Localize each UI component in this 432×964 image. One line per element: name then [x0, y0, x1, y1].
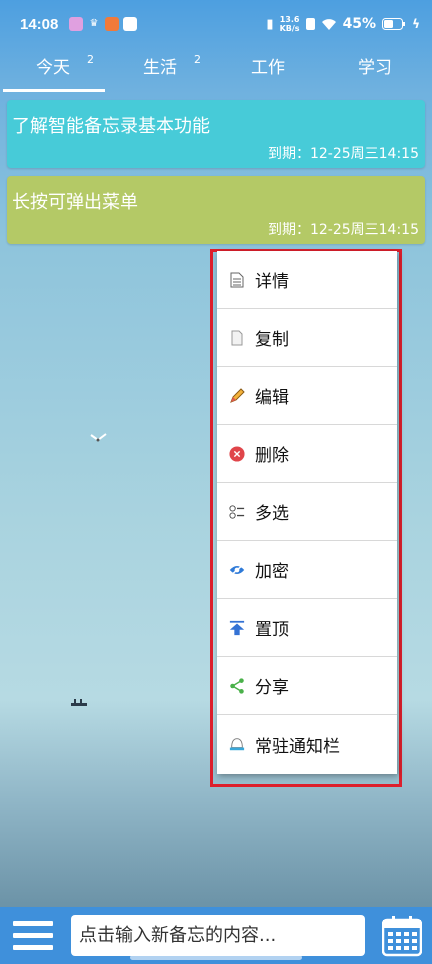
- menu-item-label: 多选: [255, 504, 289, 524]
- status-notification-icons: ♛: [69, 17, 137, 31]
- memo-due-date: 到期：12-25周三14:15: [267, 222, 419, 238]
- tab-life-label: 生活: [143, 58, 177, 78]
- battery-text: 45%: [342, 16, 377, 32]
- memo-title: 了解智能备忘录基本功能: [12, 116, 210, 137]
- tab-study[interactable]: 学习: [325, 48, 425, 92]
- category-tabs: 今天 2 生活 2 工作 学习: [0, 48, 432, 92]
- calendar-icon[interactable]: [382, 915, 422, 957]
- home-indicator[interactable]: [130, 955, 302, 960]
- memo-title: 长按可弹出菜单: [12, 192, 138, 213]
- new-memo-input[interactable]: 点击输入新备忘的内容...: [71, 915, 365, 956]
- network-speed-unit: KB/s: [279, 24, 300, 33]
- menu-hamburger-icon[interactable]: [13, 921, 53, 957]
- multi-select-icon: [229, 504, 245, 520]
- status-time: 14:08: [20, 16, 59, 33]
- network-speed: 13.6 KB/s: [280, 15, 300, 33]
- menu-item-label: 分享: [255, 678, 289, 698]
- copy-icon: [229, 330, 245, 346]
- memo-card[interactable]: 长按可弹出菜单 到期：12-25周三14:15: [7, 176, 425, 244]
- tab-today-label: 今天: [36, 58, 70, 78]
- battery-icon: [382, 18, 406, 30]
- seagull-image: [90, 433, 107, 442]
- tab-work[interactable]: 工作: [218, 48, 318, 92]
- vibrate-icon: ▮: [266, 16, 274, 32]
- delete-icon: [229, 445, 245, 462]
- mail-icon: [123, 17, 137, 31]
- menu-item-pin-top[interactable]: 置顶: [217, 599, 397, 657]
- menu-item-multiselect[interactable]: 多选: [217, 483, 397, 541]
- share-icon: [229, 677, 245, 694]
- memo-card[interactable]: 了解智能备忘录基本功能 到期：12-25周三14:15: [7, 100, 425, 168]
- menu-item-label: 详情: [255, 272, 289, 292]
- wifi-icon: [321, 18, 336, 30]
- menu-item-label: 常驻通知栏: [255, 736, 340, 757]
- memo-due-date: 到期：12-25周三14:15: [267, 146, 419, 162]
- app-badge-icon: [105, 17, 119, 31]
- charging-icon: ϟ: [412, 17, 420, 31]
- document-icon: [229, 272, 245, 288]
- sim-icon: [305, 18, 315, 30]
- crown-icon: ♛: [89, 18, 99, 29]
- notification-bell-icon: [229, 736, 245, 752]
- menu-item-details[interactable]: 详情: [217, 251, 397, 309]
- encrypt-eye-icon: [229, 562, 245, 578]
- tab-work-label: 工作: [251, 58, 285, 78]
- pencil-icon: [229, 387, 245, 404]
- tab-today[interactable]: 今天 2: [3, 48, 103, 92]
- menu-item-share[interactable]: 分享: [217, 657, 397, 715]
- menu-item-label: 复制: [255, 330, 289, 350]
- tab-life[interactable]: 生活 2: [110, 48, 210, 92]
- active-tab-indicator: [3, 89, 105, 92]
- tab-study-label: 学习: [358, 58, 392, 78]
- app-notification-icon: [69, 17, 83, 31]
- context-menu: 详情 复制 编辑 删除 多选 加密 置顶 分享 常驻通知栏: [217, 251, 397, 774]
- menu-item-label: 编辑: [255, 388, 289, 408]
- network-speed-value: 13.6: [279, 15, 300, 24]
- menu-item-label: 加密: [255, 562, 289, 582]
- pin-top-icon: [229, 620, 245, 636]
- menu-item-label: 置顶: [255, 620, 289, 640]
- menu-item-copy[interactable]: 复制: [217, 309, 397, 367]
- status-bar: 14:08 ♛ ▮ 13.6 KB/s 45% ϟ: [0, 0, 432, 48]
- menu-item-encrypt[interactable]: 加密: [217, 541, 397, 599]
- tab-life-badge: 2: [194, 53, 201, 66]
- boat-image: [71, 699, 87, 706]
- status-right: ▮ 13.6 KB/s 45% ϟ: [266, 15, 420, 33]
- menu-item-pin-notification[interactable]: 常驻通知栏: [217, 715, 397, 773]
- menu-item-edit[interactable]: 编辑: [217, 367, 397, 425]
- tab-today-badge: 2: [87, 53, 94, 66]
- menu-item-label: 删除: [255, 446, 289, 466]
- menu-item-delete[interactable]: 删除: [217, 425, 397, 483]
